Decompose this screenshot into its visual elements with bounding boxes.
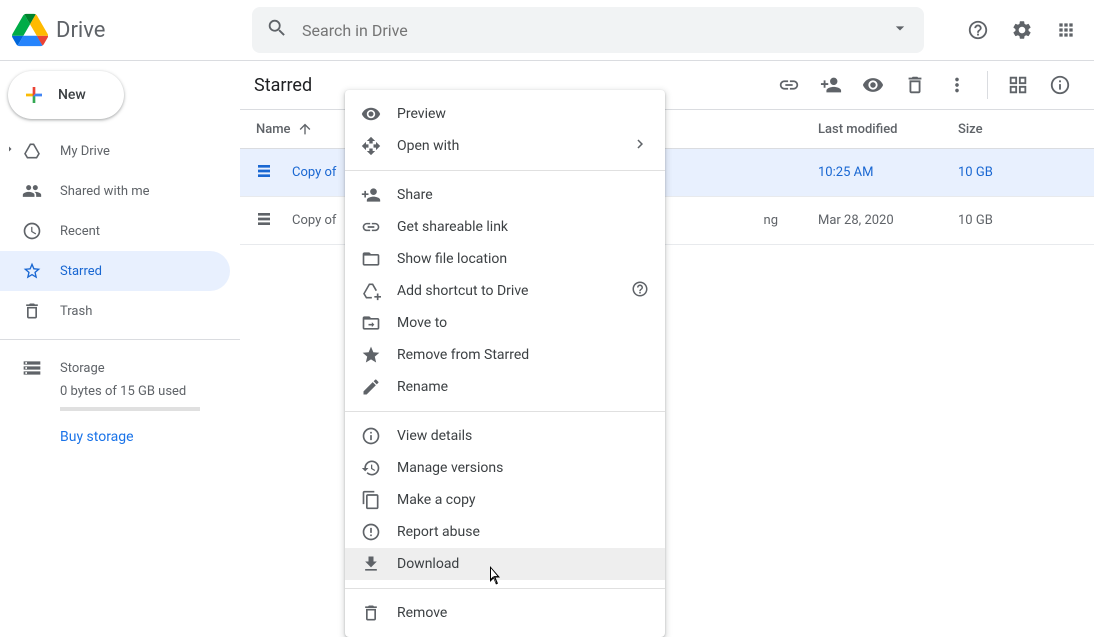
search-input[interactable] [294,21,884,40]
sidebar-item-shared[interactable]: Shared with me [0,171,230,211]
trash-icon [361,603,381,623]
details-button[interactable] [1040,65,1080,105]
drive-icon [22,141,42,161]
sidebar-item-recent[interactable]: Recent [0,211,230,251]
file-size: 10 GB [958,165,1078,180]
file-type-icon [256,163,276,183]
move-icon [361,313,381,333]
header-actions [958,10,1086,50]
column-size[interactable]: Size [958,122,1078,137]
menu-remove[interactable]: Remove [345,597,665,629]
menu-divider [345,588,665,589]
link-icon [361,217,381,237]
sidebar-item-label: Starred [60,264,102,279]
plus-icon [22,83,46,107]
menu-add-shortcut[interactable]: Add shortcut to Drive [345,275,665,307]
get-link-button[interactable] [769,65,809,105]
pencil-icon [361,377,381,397]
search-options-dropdown-icon[interactable] [884,12,916,48]
menu-preview[interactable]: Preview [345,98,665,130]
eye-icon [361,104,381,124]
sidebar-item-starred[interactable]: Starred [0,251,230,291]
open-with-icon [361,136,381,156]
star-filled-icon [361,345,381,365]
sidebar-item-label: Recent [60,224,100,239]
menu-divider [345,411,665,412]
sidebar-divider [0,339,240,340]
context-menu: Preview Open with Share Get shareable li… [345,90,665,637]
share-button[interactable] [811,65,851,105]
person-add-icon [361,185,381,205]
file-size: 10 GB [958,213,1078,228]
menu-manage-versions[interactable]: Manage versions [345,452,665,484]
preview-button[interactable] [853,65,893,105]
menu-show-location[interactable]: Show file location [345,243,665,275]
file-type-icon [256,211,276,231]
expand-icon[interactable] [4,143,16,159]
logo-section[interactable]: Drive [12,12,252,48]
toolbar-actions [769,65,1080,105]
history-icon [361,458,381,478]
search-bar[interactable] [252,7,924,53]
product-name: Drive [56,18,105,43]
menu-view-details[interactable]: View details [345,420,665,452]
help-button[interactable] [958,10,998,50]
search-icon [260,11,294,49]
storage-usage-text: 0 bytes of 15 GB used [0,384,240,399]
apps-button[interactable] [1046,10,1086,50]
menu-open-with[interactable]: Open with [345,130,665,162]
sidebar-item-label: My Drive [60,144,110,159]
menu-report-abuse[interactable]: Report abuse [345,516,665,548]
remove-button[interactable] [895,65,935,105]
help-icon[interactable] [631,280,649,302]
menu-divider [345,170,665,171]
new-button[interactable]: New [8,71,124,119]
menu-rename[interactable]: Rename [345,371,665,403]
storage-bar [60,407,200,411]
drive-add-icon [361,281,381,301]
drive-logo-icon [12,12,48,48]
storage-label: Storage [60,361,105,376]
file-modified: Mar 28, 2020 [818,213,958,228]
sidebar-item-trash[interactable]: Trash [0,291,230,331]
buy-storage-link[interactable]: Buy storage [0,429,240,445]
menu-make-copy[interactable]: Make a copy [345,484,665,516]
alert-icon [361,522,381,542]
header: Drive [0,0,1094,60]
file-modified: 10:25 AM [818,165,958,180]
sidebar-item-my-drive[interactable]: My Drive [0,131,230,171]
copy-icon [361,490,381,510]
toolbar-divider [987,71,988,99]
sidebar-storage[interactable]: Storage [0,348,240,388]
view-toggle-button[interactable] [998,65,1038,105]
trash-icon [22,301,42,321]
sort-arrow-up-icon [297,121,313,137]
more-actions-button[interactable] [937,65,977,105]
storage-icon [22,358,42,378]
sidebar: New My Drive Shared with me Recent Starr… [0,61,240,631]
menu-get-link[interactable]: Get shareable link [345,211,665,243]
clock-icon [22,221,42,241]
chevron-right-icon [631,135,649,157]
menu-move-to[interactable]: Move to [345,307,665,339]
sidebar-item-label: Trash [60,304,92,319]
star-icon [22,261,42,281]
column-modified[interactable]: Last modified [818,122,958,137]
menu-download[interactable]: Download [345,548,665,580]
sidebar-item-label: Shared with me [60,184,150,199]
owner-fragment: ng [748,213,818,228]
new-button-label: New [58,87,86,103]
folder-icon [361,249,381,269]
info-icon [361,426,381,446]
people-icon [22,181,42,201]
menu-share[interactable]: Share [345,179,665,211]
menu-remove-starred[interactable]: Remove from Starred [345,339,665,371]
download-icon [361,554,381,574]
settings-button[interactable] [1002,10,1042,50]
